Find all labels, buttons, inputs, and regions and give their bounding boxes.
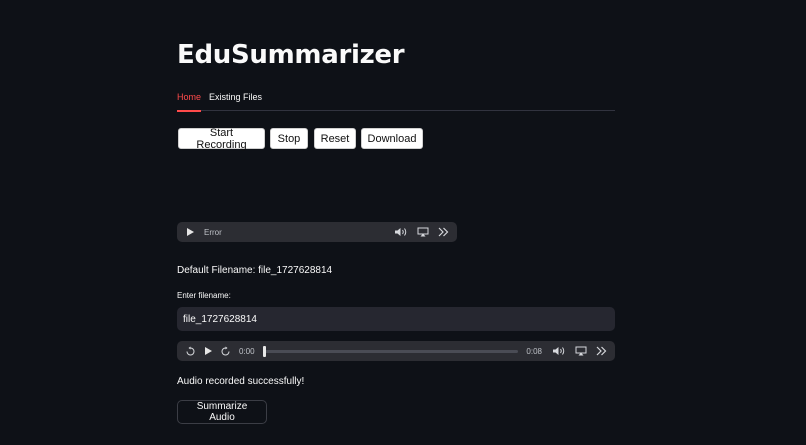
duration-time: 0:08 bbox=[526, 346, 542, 356]
summarize-audio-button[interactable]: Summarize Audio bbox=[177, 400, 267, 424]
current-time: 0:00 bbox=[239, 346, 255, 356]
player-status-text: Error bbox=[204, 227, 222, 237]
more-options-icon[interactable] bbox=[438, 227, 449, 237]
seek-thumb[interactable] bbox=[262, 345, 266, 357]
status-message: Audio recorded successfully! bbox=[177, 376, 305, 387]
play-icon[interactable] bbox=[203, 346, 213, 356]
volume-icon[interactable] bbox=[394, 227, 408, 237]
tab-existing-files[interactable]: Existing Files bbox=[209, 92, 262, 102]
reset-button[interactable]: Reset bbox=[314, 128, 356, 149]
seek-bar[interactable] bbox=[262, 345, 519, 357]
audio-player: 0:00 0:08 bbox=[177, 341, 615, 361]
default-filename-text: Default Filename: file_1727628814 bbox=[177, 265, 333, 276]
airplay-icon[interactable] bbox=[575, 346, 587, 356]
volume-icon[interactable] bbox=[552, 346, 566, 356]
audio-player-error: Error bbox=[177, 222, 457, 242]
download-button[interactable]: Download bbox=[361, 128, 423, 149]
page-title: EduSummarizer bbox=[177, 40, 405, 70]
more-options-icon[interactable] bbox=[596, 346, 607, 356]
airplay-icon[interactable] bbox=[417, 227, 429, 237]
rewind-icon[interactable] bbox=[185, 346, 196, 357]
filename-input-value: file_1727628814 bbox=[183, 313, 257, 325]
tab-home[interactable]: Home bbox=[177, 92, 202, 112]
fast-forward-icon[interactable] bbox=[220, 346, 231, 357]
start-recording-button[interactable]: Start Recording bbox=[178, 127, 265, 151]
tab-bar: Home Existing Files bbox=[177, 90, 615, 112]
play-icon[interactable] bbox=[185, 227, 195, 237]
filename-input[interactable]: file_1727628814 bbox=[177, 307, 615, 331]
stop-button[interactable]: Stop bbox=[270, 128, 308, 149]
filename-input-label: Enter filename: bbox=[177, 291, 231, 300]
